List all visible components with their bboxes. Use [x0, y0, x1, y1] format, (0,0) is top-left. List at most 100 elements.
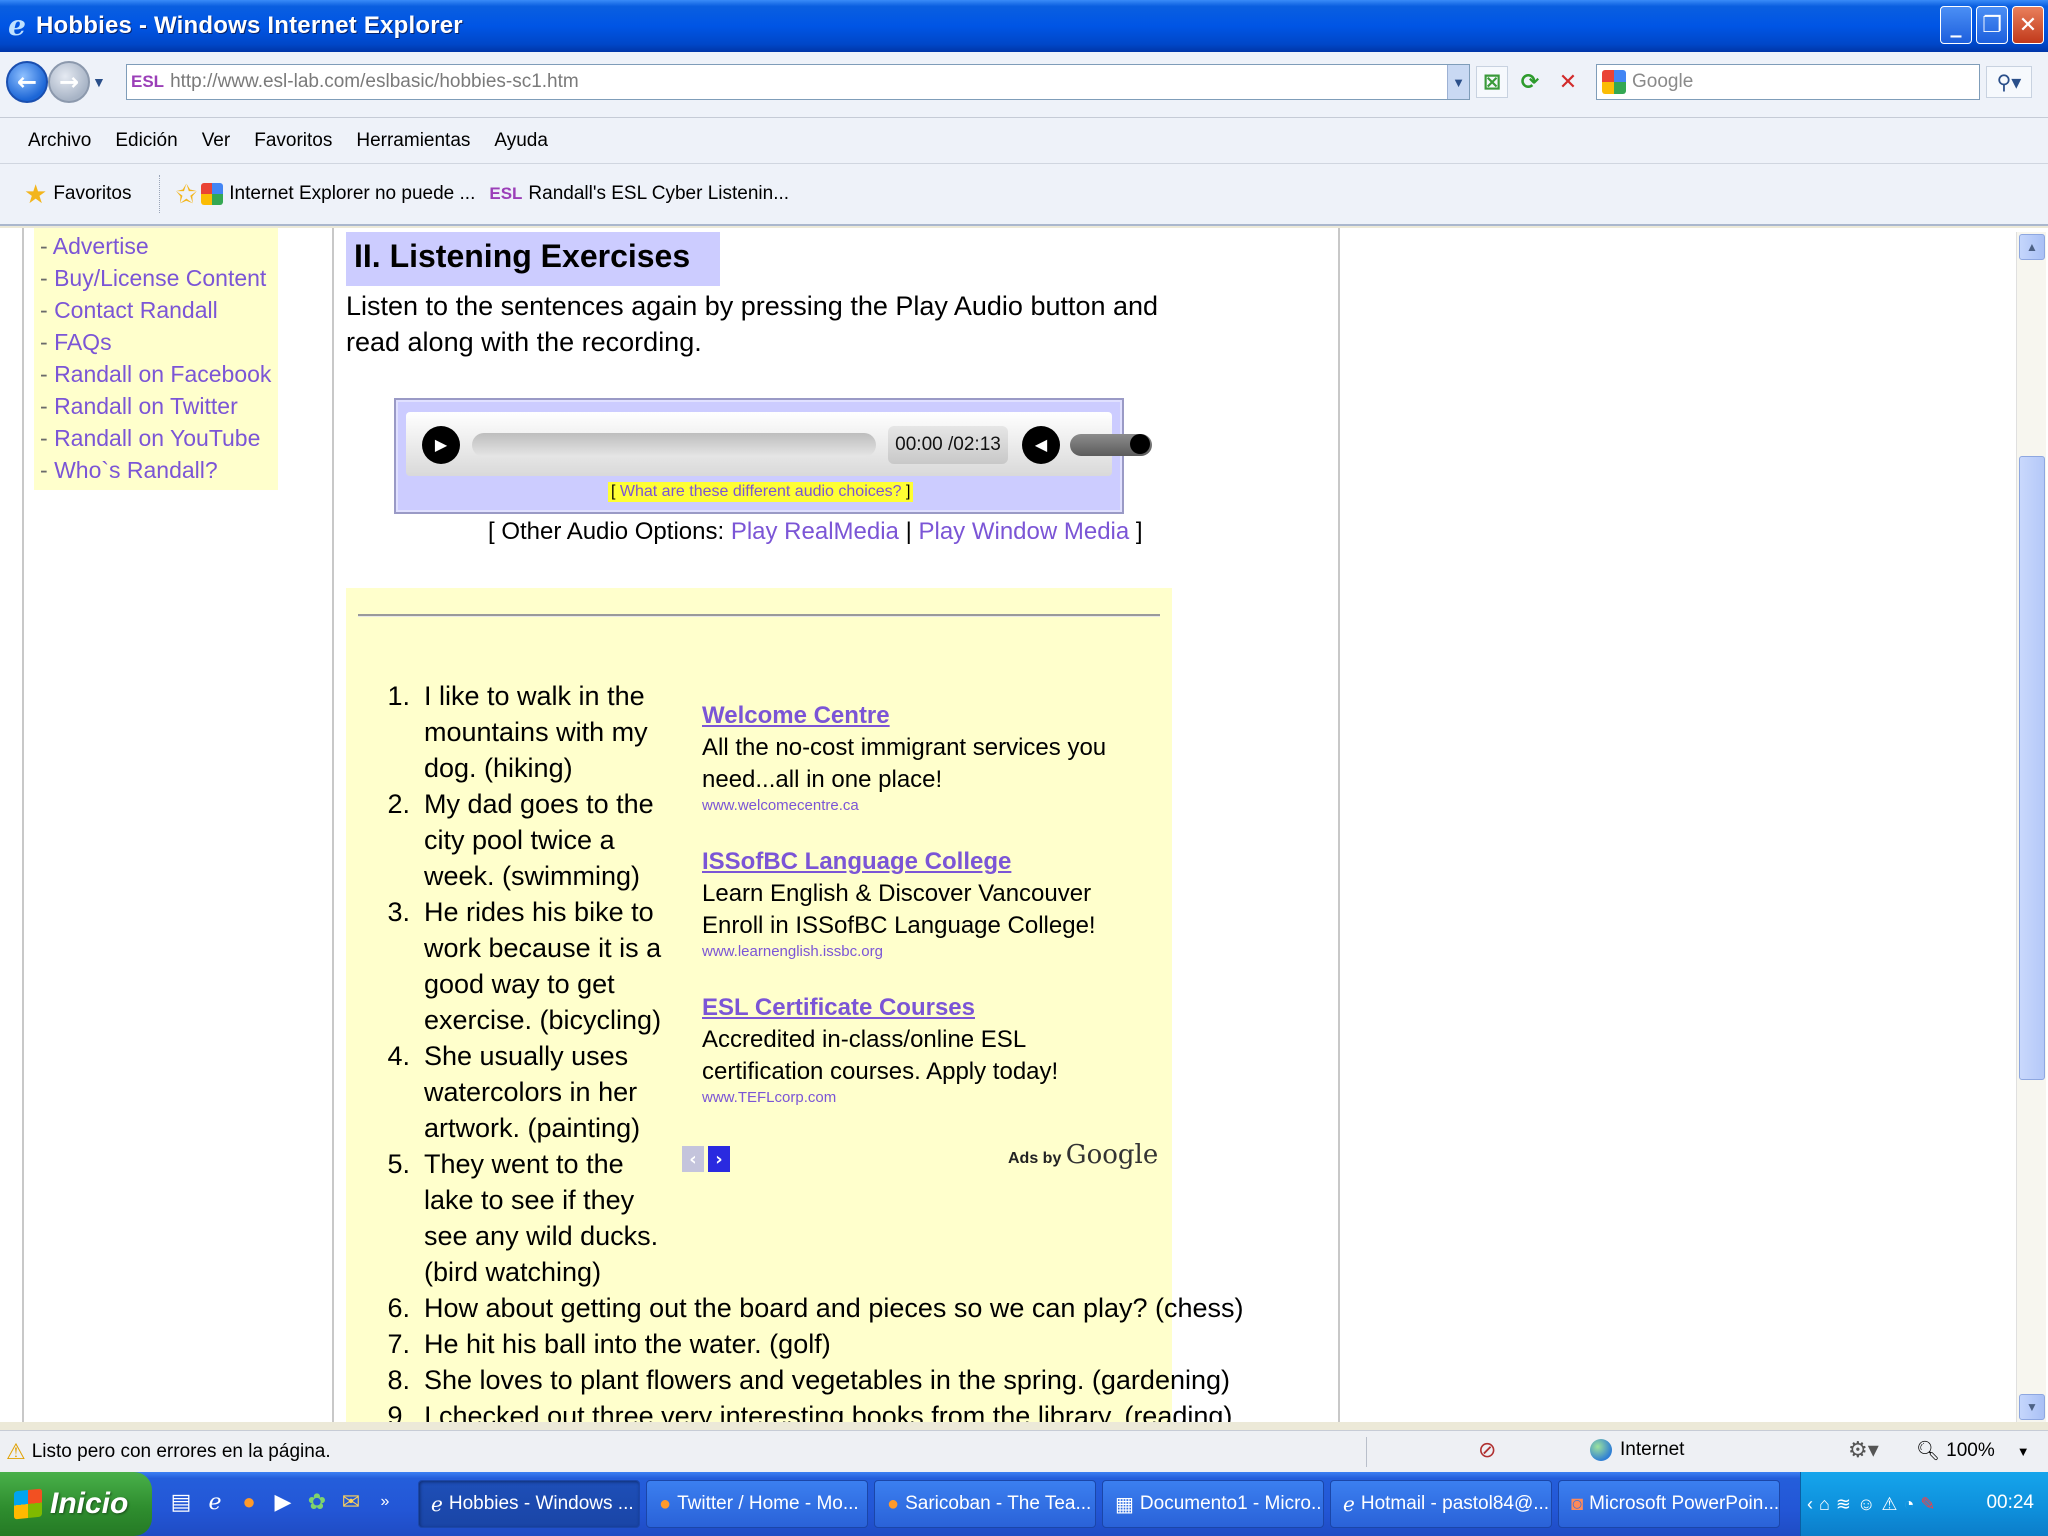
sidebar-item-facebook[interactable]: - Randall on Facebook: [40, 358, 278, 390]
favorite-link-esl[interactable]: ESL Randall's ESL Cyber Listenin...: [489, 183, 789, 205]
protected-mode-icon[interactable]: ⊘: [1478, 1437, 1496, 1463]
ad-url[interactable]: www.TEFLcorp.com: [702, 1088, 1132, 1108]
play-icon[interactable]: ▶: [422, 426, 460, 464]
menu-archivo[interactable]: Archivo: [28, 130, 91, 152]
tray-chevron-icon[interactable]: ‹: [1807, 1494, 1813, 1515]
zone-label: Internet: [1620, 1439, 1685, 1460]
close-button[interactable]: ✕: [2012, 6, 2044, 44]
recent-pages-dropdown-icon[interactable]: ▼: [92, 74, 106, 90]
ads-by-google[interactable]: Ads by Google: [1008, 1140, 1158, 1170]
sidebar-item-label[interactable]: Randall on Facebook: [54, 361, 271, 387]
update-icon[interactable]: ◔: [1904, 1494, 1915, 1515]
sidebar-item-advertise[interactable]: - Advertise: [40, 230, 278, 262]
scroll-down-icon[interactable]: ▼: [2019, 1394, 2045, 1420]
ie-icon[interactable]: ℯ: [202, 1486, 228, 1518]
system-tray: ‹ ⌂ ≋ ☺ ⚠ ◔ ✎ 00:24: [1800, 1472, 2048, 1536]
sidebar-item-buy-license[interactable]: - Buy/License Content: [40, 262, 278, 294]
outlook-icon[interactable]: ✉: [338, 1486, 364, 1518]
acrobat-icon[interactable]: ✎: [1920, 1494, 1935, 1515]
warning-icon[interactable]: ⚠: [6, 1439, 26, 1465]
ad-title-link[interactable]: Welcome Centre: [702, 700, 1132, 732]
ad-navigation: ‹ ›: [682, 1146, 730, 1172]
audio-choices-link[interactable]: What are these different audio choices?: [620, 483, 902, 500]
play-realmedia-link[interactable]: Play RealMedia: [731, 518, 899, 545]
back-button[interactable]: ←: [6, 61, 48, 103]
favorite-link-ie[interactable]: Internet Explorer no puede ...: [201, 183, 475, 205]
sidebar-item-label[interactable]: Who`s Randall?: [54, 457, 218, 483]
status-divider: [1366, 1437, 1367, 1467]
search-button[interactable]: ⚲▾: [1986, 66, 2032, 98]
taskbar-button-hobbies[interactable]: ℯ Hobbies - Windows ...: [418, 1480, 640, 1528]
menu-ver[interactable]: Ver: [202, 130, 231, 152]
refresh-icon[interactable]: ⟳: [1514, 66, 1546, 98]
list-item: 2. My dad goes to the city pool twice a w…: [387, 789, 654, 891]
user-icon[interactable]: ☺: [1857, 1494, 1875, 1515]
ad-description: All the no-cost immigrant services you n…: [702, 734, 1107, 793]
minimize-button[interactable]: _: [1940, 6, 1972, 44]
address-field[interactable]: ESL http://www.esl-lab.com/eslbasic/hobb…: [126, 64, 1470, 100]
antivirus-icon[interactable]: ⚠: [1881, 1494, 1897, 1515]
scroll-up-icon[interactable]: ▲: [2019, 234, 2045, 260]
search-input[interactable]: Google: [1596, 64, 1980, 100]
more-chevron-icon[interactable]: »: [372, 1486, 398, 1518]
sidebar-item-contact[interactable]: - Contact Randall: [40, 294, 278, 326]
sidebar-item-whos-randall[interactable]: - Who`s Randall?: [40, 454, 278, 486]
address-url[interactable]: http://www.esl-lab.com/eslbasic/hobbies-…: [170, 71, 579, 93]
restore-button[interactable]: ❐: [1976, 6, 2008, 44]
volume-handle[interactable]: [1130, 434, 1150, 454]
volume-icon[interactable]: ◀: [1022, 426, 1060, 464]
quick-launch: ▤ ℯ ● ▶ ✿ ✉ »: [168, 1486, 398, 1518]
address-dropdown-icon[interactable]: ▼: [1447, 65, 1469, 99]
sidebar-item-label[interactable]: Randall on YouTube: [54, 425, 260, 451]
sidebar-item-label[interactable]: Advertise: [53, 233, 149, 259]
scroll-thumb[interactable]: [2019, 456, 2045, 1080]
add-favorite-icon[interactable]: ✩: [175, 179, 197, 210]
taskbar-button-twitter[interactable]: ● Twitter / Home - Mo...: [646, 1480, 868, 1528]
media-player-icon[interactable]: ▶: [270, 1486, 296, 1518]
ad-title-link[interactable]: ISSofBC Language College: [702, 846, 1132, 878]
zoom-control[interactable]: 🔍︎ 100% ▼: [1916, 1439, 2030, 1463]
taskbar-button-hotmail[interactable]: ℯ Hotmail - pastol84@...: [1330, 1480, 1552, 1528]
vertical-scrollbar[interactable]: ▲ ▼: [2016, 232, 2046, 1422]
messenger-icon[interactable]: ✿: [304, 1486, 330, 1518]
seek-bar[interactable]: [472, 433, 876, 457]
firefox-icon: ●: [659, 1492, 672, 1515]
stop-icon[interactable]: ✕: [1552, 66, 1584, 98]
menu-favoritos[interactable]: Favoritos: [254, 130, 332, 152]
forward-button[interactable]: →: [48, 61, 90, 103]
ad-url[interactable]: www.learnenglish.issbc.org: [702, 942, 1132, 962]
ad-title-link[interactable]: ESL Certificate Courses: [702, 992, 1132, 1024]
firefox-icon[interactable]: ●: [236, 1486, 262, 1518]
taskbar-button-saricoban[interactable]: ● Saricoban - The Tea...: [874, 1480, 1096, 1528]
taskbar-button-powerpoint[interactable]: ◙ Microsoft PowerPoin...: [1558, 1480, 1780, 1528]
navigation-bar: ← → ▼ ESL http://www.esl-lab.com/eslbasi…: [0, 52, 2048, 118]
sidebar-item-youtube[interactable]: - Randall on YouTube: [40, 422, 278, 454]
status-message[interactable]: Listo pero con errores en la página.: [32, 1441, 331, 1463]
chevron-right-icon[interactable]: ›: [708, 1146, 730, 1172]
wireless-icon[interactable]: ≋: [1836, 1494, 1851, 1515]
chevron-left-icon[interactable]: ‹: [682, 1146, 704, 1172]
play-windows-media-link[interactable]: Play Window Media: [918, 518, 1129, 545]
compatibility-view-icon[interactable]: ⊠: [1476, 66, 1508, 98]
sidebar-item-label[interactable]: FAQs: [54, 329, 112, 355]
security-zone[interactable]: Internet: [1590, 1439, 1684, 1461]
clock[interactable]: 00:24: [1986, 1492, 2034, 1514]
sidebar-item-faqs[interactable]: - FAQs: [40, 326, 278, 358]
sidebar-item-label[interactable]: Buy/License Content: [54, 265, 266, 291]
start-button[interactable]: Inicio: [0, 1472, 152, 1536]
network-icon[interactable]: ⌂: [1819, 1494, 1830, 1515]
menu-herramientas[interactable]: Herramientas: [356, 130, 470, 152]
menu-ayuda[interactable]: Ayuda: [494, 130, 548, 152]
intro-text: Listen to the sentences again by pressin…: [346, 291, 1159, 357]
menu-edicion[interactable]: Edición: [115, 130, 177, 152]
ad-url[interactable]: www.welcomecentre.ca: [702, 796, 1132, 816]
sidebar-item-label[interactable]: Randall on Twitter: [54, 393, 238, 419]
desktop-icon[interactable]: ▤: [168, 1486, 194, 1518]
taskbar-button-documento1[interactable]: ▦ Documento1 - Micro...: [1102, 1480, 1324, 1528]
sidebar-item-label[interactable]: Contact Randall: [54, 297, 218, 323]
favorites-button[interactable]: ★ Favoritos: [24, 179, 131, 210]
window-titlebar: e Hobbies - Windows Internet Explorer _ …: [0, 0, 2048, 52]
settings-icon[interactable]: ⚙▾: [1848, 1437, 1879, 1463]
sidebar-item-twitter[interactable]: - Randall on Twitter: [40, 390, 278, 422]
favorites-bar: ★ Favoritos ✩ Internet Explorer no puede…: [0, 164, 2048, 226]
